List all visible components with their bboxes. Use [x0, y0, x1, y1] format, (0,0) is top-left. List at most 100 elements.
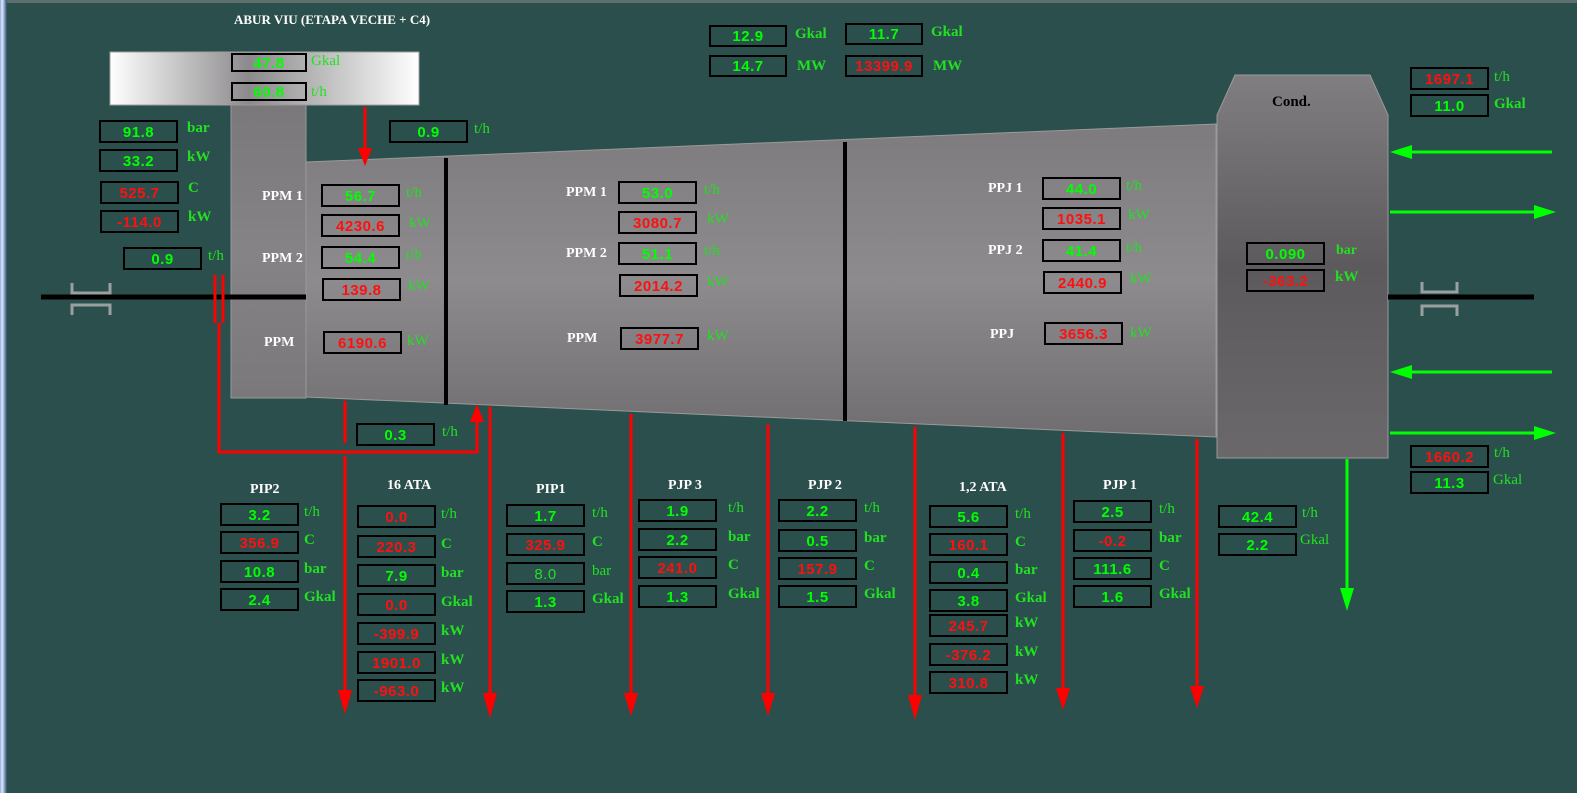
- extraction-pjp-2-unit: Gkal: [864, 586, 896, 602]
- stage-2-ppm-total-power-unit: kW: [707, 328, 729, 344]
- bypass-arrow-icon: [470, 404, 484, 422]
- extraction-pip1-unit: t/h: [592, 505, 608, 521]
- extraction-arrow-16ata-icon: [338, 690, 352, 714]
- cooling-in-flow-value: 1697.1: [1410, 67, 1489, 90]
- extraction-pjp-1-value: -0.2: [1073, 529, 1152, 552]
- extraction-1-2-ata-value: -376.2: [929, 643, 1008, 666]
- total-1-mw-unit: MW: [797, 58, 827, 74]
- stage-1-ppm1-flow-unit: t/h: [406, 185, 422, 201]
- extraction-16-ata-value: 220.3: [357, 535, 436, 558]
- extraction-1-2-ata-value: 310.8: [929, 671, 1008, 694]
- extraction-pjp-3-unit: Gkal: [728, 586, 760, 602]
- total-2-mw-value: 13399.9: [845, 55, 923, 77]
- extraction-1-2-ata-unit: kW: [1015, 644, 1039, 660]
- stage-2-ppm1-power-unit: kW: [707, 211, 729, 227]
- inlet-power-2-value: -114.0: [100, 210, 179, 233]
- stage-3-ppj1-power-unit: kW: [1128, 207, 1150, 223]
- stage-3-ppj2-flow: 41.4: [1042, 239, 1121, 262]
- total-2-gkal-value: 11.7: [845, 23, 923, 45]
- extraction-pjp-1-unit: C: [1159, 558, 1170, 574]
- inlet-temperature-value: 525.7: [100, 181, 179, 204]
- extraction-pip2-unit: C: [304, 532, 315, 548]
- extraction-pip1-unit: bar: [592, 563, 612, 579]
- stage-3-label-ppj: PPJ: [990, 327, 1015, 342]
- condenser-pressure-unit: bar: [1336, 243, 1357, 258]
- extraction-pjp-3-unit: t/h: [728, 500, 744, 516]
- condenser-pressure-value: 0.090: [1246, 242, 1325, 265]
- extraction-16-ata-unit: kW: [441, 623, 465, 639]
- extraction-pjp-2-value: 157.9: [778, 557, 857, 580]
- extraction-1-2-ata-value: 3.8: [929, 589, 1008, 612]
- stage-2-ppm1-flow-unit: t/h: [704, 182, 720, 198]
- extraction-16-ata-unit: Gkal: [441, 594, 473, 610]
- stage-2-label-ppm: PPM: [567, 331, 598, 346]
- extraction-pjp-3-value: 241.0: [638, 556, 717, 579]
- stage-1-label-ppm1: PPM 1: [262, 189, 303, 204]
- stage-1-label-ppm2: PPM 2: [262, 251, 303, 266]
- stage-1-ppm1-power-unit: kW: [409, 215, 431, 231]
- condensate-flow-unit: t/h: [1302, 505, 1318, 521]
- cooling-out-flow-unit: t/h: [1494, 445, 1510, 461]
- condenser-power-unit: kW: [1335, 269, 1359, 285]
- total-1-gkal-value: 12.9: [709, 25, 787, 47]
- cooling-out-gkal-value: 11.3: [1410, 471, 1489, 494]
- extraction-pjp-2-value: 0.5: [778, 529, 857, 552]
- extraction-1-2-ata-value: 0.4: [929, 561, 1008, 584]
- stage-1-ppm1-power: 4230.6: [321, 214, 400, 237]
- extraction-16-ata-unit: kW: [441, 652, 465, 668]
- extraction-pjp-2-value: 2.2: [778, 499, 857, 522]
- stage-2-ppm1-flow: 53.0: [618, 181, 697, 204]
- inlet-pressure-unit: bar: [187, 120, 210, 136]
- top-leak-flow-value: 0.9: [389, 120, 468, 143]
- condensate-gkal-value: 2.2: [1218, 533, 1297, 556]
- stage-2-label-ppm2: PPM 2: [566, 246, 607, 261]
- inlet-power-unit: kW: [187, 149, 211, 165]
- extraction-pip2-value: 3.2: [220, 503, 299, 526]
- extraction-1-2-ata-value: 160.1: [929, 533, 1008, 556]
- extraction-pip2-value: 2.4: [220, 588, 299, 611]
- extraction-16-ata-unit: C: [441, 536, 452, 552]
- page-title: ABUR VIU (ETAPA VECHE + C4): [234, 12, 431, 27]
- extraction-pjp-2-unit: bar: [864, 530, 887, 546]
- condensate-gkal-unit: Gkal: [1300, 532, 1330, 548]
- extraction-pjp-3-value: 1.3: [638, 585, 717, 608]
- extraction-1-2-ata-unit: Gkal: [1015, 590, 1047, 606]
- extraction-pjp-3-unit: C: [728, 557, 739, 573]
- stage-3-ppj1-power: 1035.1: [1042, 207, 1121, 230]
- extraction-16-ata-unit: kW: [441, 680, 465, 696]
- stage-3-ppj2-power-unit: kW: [1130, 271, 1152, 287]
- extraction-1-2-ata-unit: kW: [1015, 615, 1039, 631]
- stage-3-ppj-total-power-unit: kW: [1130, 325, 1152, 341]
- extraction-pjp-3-unit: bar: [728, 529, 751, 545]
- extraction-16-ata-label: 16 ATA: [387, 478, 432, 493]
- extraction-pjp-1-value: 111.6: [1073, 557, 1152, 580]
- cooling-out-arrow-2-icon: [1534, 426, 1556, 440]
- condensate-arrow-icon: [1340, 588, 1354, 611]
- extraction-pjp-2-unit: t/h: [864, 500, 880, 516]
- inlet-pressure-value: 91.8: [99, 120, 178, 143]
- extraction-pjp-1-label: PJP 1: [1103, 478, 1137, 493]
- extraction-16-ata-value: 7.9: [357, 564, 436, 587]
- extraction-1-2-ata-unit: C: [1015, 534, 1026, 550]
- extraction-16-ata-value: 1901.0: [357, 651, 436, 674]
- extraction-arrow-pip1-icon: [483, 693, 497, 718]
- cooling-in-gkal-unit: Gkal: [1494, 96, 1526, 112]
- extraction-pip1-unit: Gkal: [592, 591, 624, 607]
- stage-1-label-ppm: PPM: [264, 335, 295, 350]
- cooling-in-arrow-1-icon: [1390, 145, 1412, 159]
- stage-2-label-ppm1: PPM 1: [566, 185, 607, 200]
- extraction-pjp-1-unit: bar: [1159, 530, 1182, 546]
- bypass-flow-value: 0.3: [356, 423, 435, 446]
- leak-flow-unit: t/h: [208, 248, 224, 264]
- stage-2-ppm2-power: 2014.2: [619, 274, 698, 297]
- stage-3-label-ppj1: PPJ 1: [988, 181, 1023, 196]
- extraction-pjp-2-label: PJP 2: [808, 478, 842, 493]
- stage-1-ppm2-flow-unit: t/h: [406, 247, 422, 263]
- extraction-pjp-2-unit: C: [864, 558, 875, 574]
- bypass-flow-unit: t/h: [442, 424, 458, 440]
- total-2-mw-unit: MW: [933, 58, 963, 74]
- live-steam-gkal-unit: Gkal: [311, 53, 341, 69]
- extraction-16-ata-value: 0.0: [357, 593, 436, 616]
- extraction-pjp-3-label: PJP 3: [668, 478, 702, 493]
- cooling-in-flow-unit: t/h: [1494, 69, 1510, 85]
